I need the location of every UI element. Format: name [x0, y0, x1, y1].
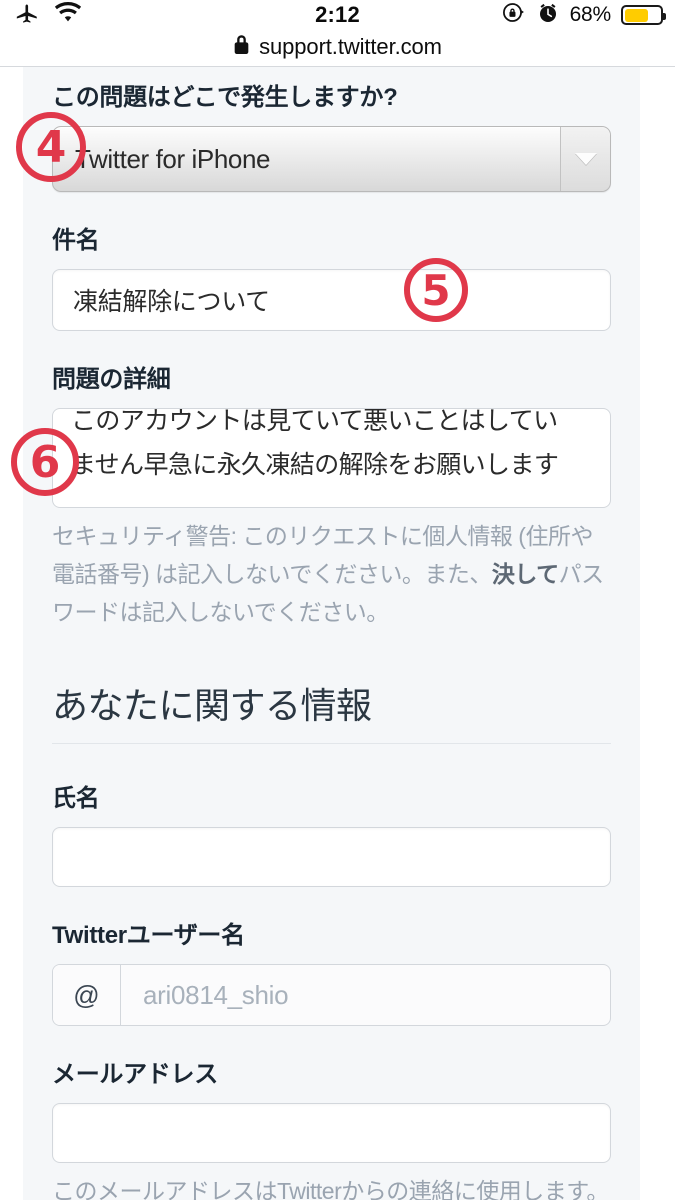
field-group-subject: 件名 凍結解除について	[52, 226, 611, 331]
full-name-label: 氏名	[52, 785, 100, 812]
full-name-input[interactable]	[52, 827, 611, 887]
ios-status-bar: 2:12 68%	[0, 0, 675, 30]
platform-select-wrap[interactable]: Twitter for iPhone	[52, 126, 611, 192]
support-form-page: この問題はどこで発生しますか? Twitter for iPhone 件名 凍結…	[23, 67, 640, 1200]
battery-nub	[663, 13, 666, 20]
rotation-lock-icon	[501, 0, 526, 30]
details-line-1: このアカウントは見ていて悪いことはしてい	[71, 408, 558, 435]
browser-address-bar[interactable]: support.twitter.com	[0, 30, 675, 64]
phone-screenshot: 2:12 68% support.twitter.com この問題はどこで発生し…	[0, 0, 675, 1200]
subject-label: 件名	[52, 227, 100, 254]
email-label: メールアドレス	[52, 1061, 218, 1088]
annotation-marker-6: 6	[11, 428, 79, 496]
field-group-platform: この問題はどこで発生しますか? Twitter for iPhone	[52, 83, 611, 192]
details-line-2: ません早急に永久凍結の解除をお願いします	[71, 451, 559, 479]
annotation-marker-4: 4	[16, 112, 86, 182]
section-heading-about-you: あなたに関する情報	[52, 677, 611, 744]
annotation-marker-5: 5	[404, 258, 468, 322]
field-group-email: メールアドレス このメールアドレスはTwitterからの連絡に使用します。確実に…	[52, 1060, 611, 1200]
status-bar-clock: 2:12	[315, 2, 360, 27]
battery-icon	[621, 5, 666, 25]
subject-input-value: 凍結解除について	[73, 288, 270, 316]
twitter-username-label: Twitterユーザー名	[52, 922, 245, 949]
details-textarea[interactable]: このアカウントは凍結され_ このアカウントは見ていて悪いことはしてい ません早急…	[52, 408, 611, 508]
field-group-details: 問題の詳細 このアカウントは凍結され_ このアカウントは見ていて悪いことはしてい…	[52, 365, 611, 631]
address-bar-url: support.twitter.com	[259, 34, 442, 59]
at-symbol-prefix: @	[53, 965, 121, 1025]
alarm-clock-icon	[536, 1, 560, 30]
chevron-down-icon[interactable]	[560, 127, 610, 191]
platform-select[interactable]: Twitter for iPhone	[52, 126, 611, 192]
email-helper-text: このメールアドレスはTwitterからの連絡に使用します。確実に連絡が取れるアド…	[52, 1178, 609, 1200]
security-notice-bold: 決して	[491, 561, 559, 587]
field-group-twitter-username: Twitterユーザー名 @ ari0814_shio	[52, 921, 611, 1026]
platform-label: この問題はどこで発生しますか?	[52, 84, 398, 111]
battery-percentage: 68%	[569, 3, 612, 26]
twitter-username-input[interactable]: @ ari0814_shio	[52, 964, 611, 1026]
security-notice: セキュリティ警告: このリクエストに個人情報 (住所や電話番号) は記入しないで…	[52, 517, 611, 631]
subject-input[interactable]: 凍結解除について	[52, 269, 611, 331]
lock-icon	[233, 34, 250, 60]
twitter-username-placeholder: ari0814_shio	[143, 979, 289, 1010]
status-bar-right: 68%	[501, 0, 666, 30]
battery-fill	[624, 8, 649, 22]
details-label: 問題の詳細	[52, 366, 171, 393]
email-input[interactable]	[52, 1103, 611, 1163]
field-group-full-name: 氏名	[52, 784, 611, 887]
